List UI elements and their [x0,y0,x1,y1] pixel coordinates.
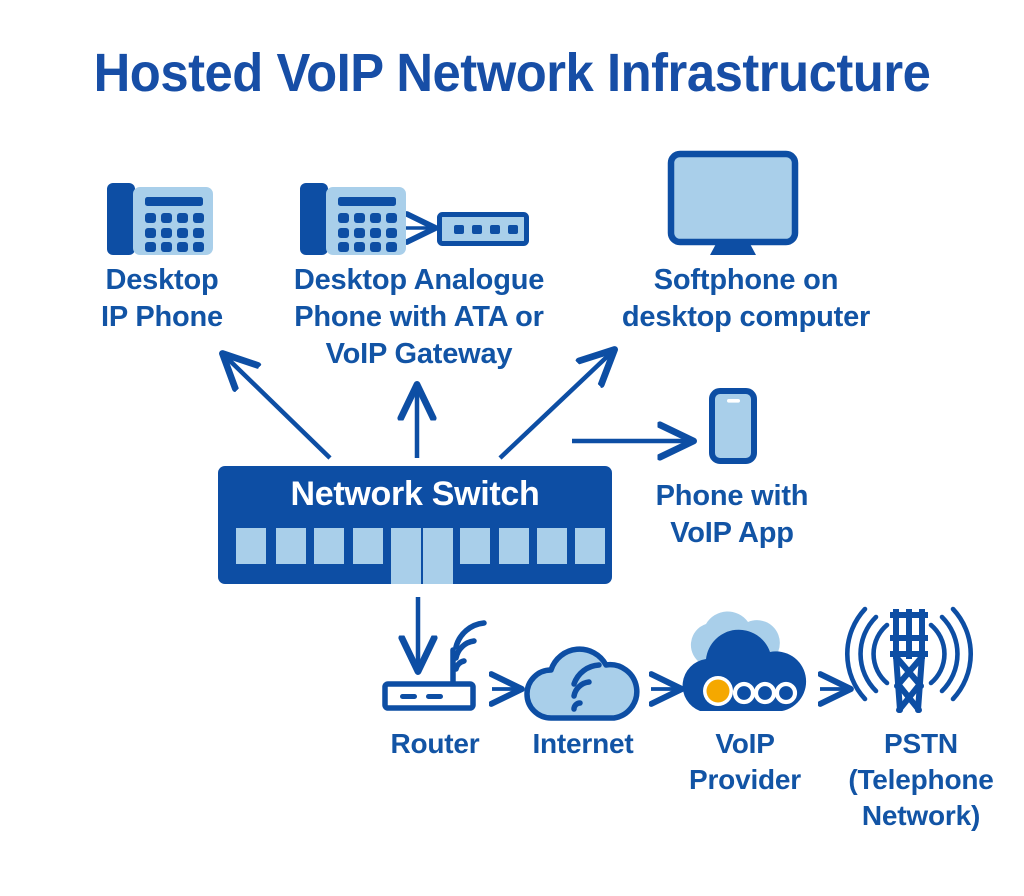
radio-tower-icon [845,596,973,713]
page-title: Hosted VoIP Network Infrastructure [93,43,931,103]
cloud-wifi-icon [524,643,640,721]
label-router: Router [390,728,480,759]
switch-port[interactable] [353,528,383,564]
label-pstn: PSTN (Telephone Network) [848,728,994,831]
mobile-phone-icon [709,388,757,464]
switch-port[interactable] [575,528,605,564]
ata-box-icon [437,212,529,246]
label-desktop-ip-phone: Desktop IP Phone [101,264,223,334]
voip-cloud-icon [680,608,822,718]
diagram-canvas: Hosted VoIP Network Infrastructure Deskt… [0,0,1024,896]
switch-port[interactable] [460,528,490,564]
switch-port[interactable] [537,528,567,564]
switch-port[interactable] [236,528,266,564]
switch-port[interactable] [314,528,344,564]
label-voip-provider: VoIP Provider [689,728,801,795]
network-switch[interactable]: Network Switch [218,466,612,584]
desktop-monitor-icon [667,150,799,255]
network-switch-label: Network Switch [290,475,540,513]
label-internet: Internet [532,728,634,759]
label-mobile-voip-app: Phone with VoIP App [655,480,809,550]
label-desktop-analogue-phone: Desktop Analogue Phone with ATA or VoIP … [293,264,545,371]
switch-port[interactable] [499,528,529,564]
router-icon [382,620,492,711]
switch-port[interactable] [276,528,306,564]
switch-port[interactable] [423,528,453,584]
switch-port[interactable] [391,528,421,584]
desk-phone-icon [107,183,213,255]
label-softphone: Softphone on desktop computer [621,264,871,334]
desk-phone-with-ata-icon [300,183,406,255]
